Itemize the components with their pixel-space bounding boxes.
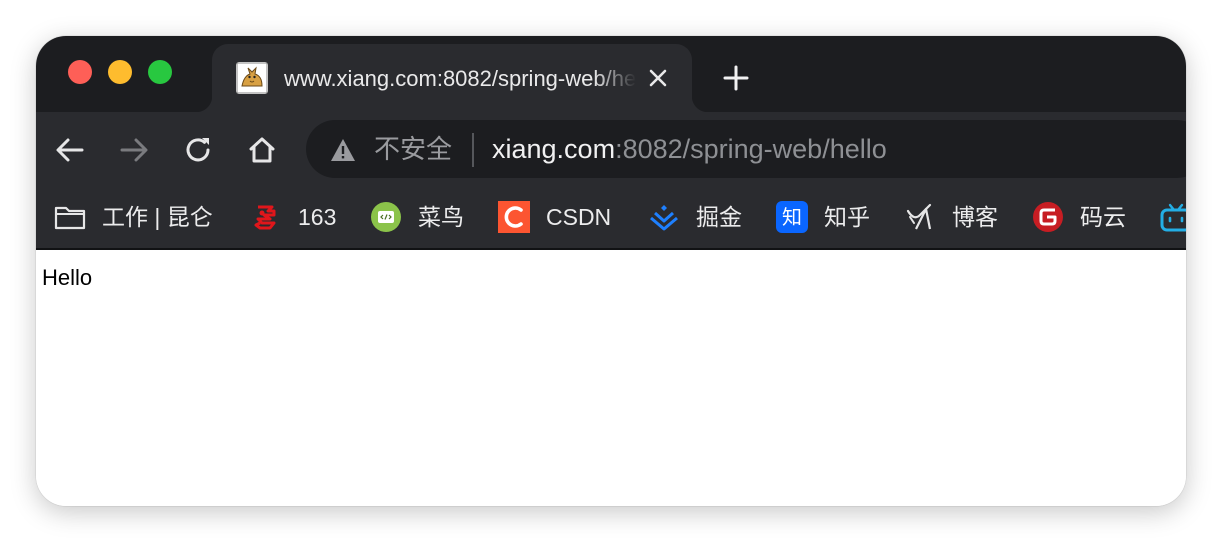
runoob-icon [370,201,402,233]
bookmark-label: 码云 [1080,204,1126,230]
browser-window: www.xiang.com:8082/spring-web/hello 不安全 … [36,36,1186,506]
bookmark-label: CSDN [546,204,612,230]
maximize-window-button[interactable] [148,60,172,84]
address-bar[interactable]: 不安全 xiang.com:8082/spring-web/hello [306,120,1186,178]
back-arrow-icon[interactable] [52,132,88,168]
bookmark-folder-work[interactable]: 工作 | 昆仑 [54,186,213,248]
security-status-label[interactable]: 不安全 [374,134,452,164]
bookmark-label: 博客 [952,204,998,230]
svg-text:知: 知 [782,205,802,229]
bookmark-label: 菜鸟 [418,204,464,230]
bookmark-csdn[interactable]: CSDN [498,186,611,248]
address-separator [472,133,474,167]
folder-icon [54,201,86,233]
bookmark-gitee[interactable]: 码云 [1032,186,1126,248]
reload-icon[interactable] [180,132,216,168]
blog-icon [904,201,936,233]
bookmark-runoob[interactable]: 菜鸟 [370,186,464,248]
close-tab-icon[interactable] [646,66,670,90]
zhihu-icon: 知 [776,201,808,233]
close-window-button[interactable] [68,60,92,84]
home-icon[interactable] [244,132,280,168]
url-host: xiang.com [492,134,616,164]
bookmark-bilibili[interactable] [1160,186,1186,248]
csdn-icon [498,201,530,233]
url-path: :8082/spring-web/hello [615,134,887,164]
gitee-icon [1032,201,1064,233]
bookmark-label: 163 [298,204,337,230]
bookmark-163[interactable]: 163 [250,186,336,248]
url-text[interactable]: xiang.com:8082/spring-web/hello [492,133,887,165]
netease-163-icon [250,201,282,233]
page-content: Hello [36,250,1186,506]
minimize-window-button[interactable] [108,60,132,84]
bookmarks-bar: 工作 | 昆仑 163 菜鸟 CSDN 掘金 知 知乎 博客 码云 [36,186,1186,250]
warning-triangle-icon[interactable] [330,138,356,162]
juejin-icon [648,201,680,233]
page-body-text: Hello [42,265,93,290]
bookmark-label: 掘金 [696,204,742,230]
bookmark-label: 知乎 [824,204,870,230]
forward-arrow-icon[interactable] [116,132,152,168]
new-tab-plus-icon[interactable] [722,64,750,92]
active-tab[interactable]: www.xiang.com:8082/spring-web/hello [196,44,708,112]
tomcat-icon [236,62,268,94]
bookmark-label: 工作 | 昆仑 [102,204,213,230]
tab-title: www.xiang.com:8082/spring-web/hello [284,66,636,91]
tab-bar: www.xiang.com:8082/spring-web/hello [36,36,1186,112]
bookmark-juejin[interactable]: 掘金 [648,186,742,248]
bookmark-blog[interactable]: 博客 [904,186,998,248]
bookmark-zhihu[interactable]: 知 知乎 [776,186,870,248]
toolbar: 不安全 xiang.com:8082/spring-web/hello [36,112,1186,186]
bilibili-icon [1160,201,1186,233]
